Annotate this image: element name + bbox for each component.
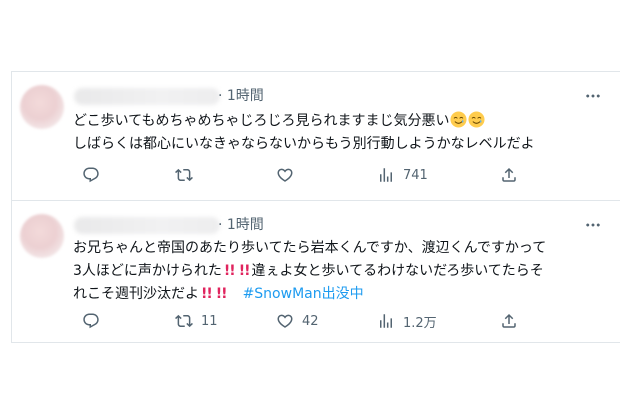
action-bar: 11 42 1.2万 [76,310,611,332]
heart-icon [276,166,294,184]
view-count: 741 [403,167,428,183]
reply-icon [82,166,100,184]
double-exclamation-icon: !! [223,263,236,279]
retweet-count: 11 [201,313,218,329]
view-count: 1.2万 [403,315,437,331]
double-exclamation-icon: !! [215,286,228,302]
hashtag-link[interactable]: #SnowMan出没中 [243,286,364,302]
reply-button[interactable] [82,164,108,186]
retweet-button[interactable] [175,164,201,186]
retweet-icon [175,166,193,184]
avatar[interactable] [20,214,64,258]
double-exclamation-icon: !! [238,263,251,279]
views-button[interactable]: 1.2万 [377,310,437,332]
tweet[interactable]: · 1時間 どこ歩いてもめちゃめちゃじろじろ見られますまじ気分悪い しばらくは都… [12,72,620,201]
tweet-text-line: れこそ週刊沙汰だよ!!!! #SnowMan出没中 [73,286,364,302]
blurred-username [74,217,220,234]
smiling-face-with-tear-icon [468,111,485,128]
share-button[interactable] [500,164,518,186]
retweet-button[interactable]: 11 [175,310,218,332]
reply-icon [82,312,100,330]
reply-button[interactable] [82,310,108,332]
tweet-time[interactable]: · 1時間 [218,215,264,235]
share-upload-icon [500,312,518,330]
more-dots-icon[interactable] [583,216,603,234]
action-bar: 741 [76,164,611,186]
tweet-feed: · 1時間 どこ歩いてもめちゃめちゃじろじろ見られますまじ気分悪い しばらくは都… [11,71,620,343]
tweet-text-line: 3人ほどに声かけられた!!!! 違ぇよ女と歩いてるわけないだろ歩いてたらそ [73,263,544,279]
tweet-text: お兄ちゃんと帝国のあたり歩いてたら岩本くんですか、渡辺くんですかって 3人ほどに… [73,237,611,306]
tweet[interactable]: · 1時間 お兄ちゃんと帝国のあたり歩いてたら岩本くんですか、渡辺くんですかって… [12,201,620,343]
like-count: 42 [302,313,319,329]
views-button[interactable]: 741 [377,164,428,186]
tweet-text: どこ歩いてもめちゃめちゃじろじろ見られますまじ気分悪い しばらくは都心にいなきゃ… [73,110,611,156]
like-button[interactable] [276,164,302,186]
tweet-text-line: お兄ちゃんと帝国のあたり歩いてたら岩本くんですか、渡辺くんですかって [73,240,547,256]
views-bar-chart-icon [377,166,395,184]
blurred-username [74,88,220,105]
tweet-text-line: しばらくは都心にいなきゃならないからもう別行動しようかなレベルだよ [73,136,535,152]
avatar[interactable] [20,85,64,129]
smiling-face-with-tear-icon [450,111,467,128]
heart-icon [276,312,294,330]
share-upload-icon [500,166,518,184]
tweet-time[interactable]: · 1時間 [218,86,264,106]
share-button[interactable] [500,310,518,332]
more-dots-icon[interactable] [583,87,603,105]
views-bar-chart-icon [377,312,395,330]
double-exclamation-icon: !! [201,286,213,302]
like-button[interactable]: 42 [276,310,319,332]
tweet-text-line: どこ歩いてもめちゃめちゃじろじろ見られますまじ気分悪い [73,110,611,133]
retweet-icon [175,312,193,330]
